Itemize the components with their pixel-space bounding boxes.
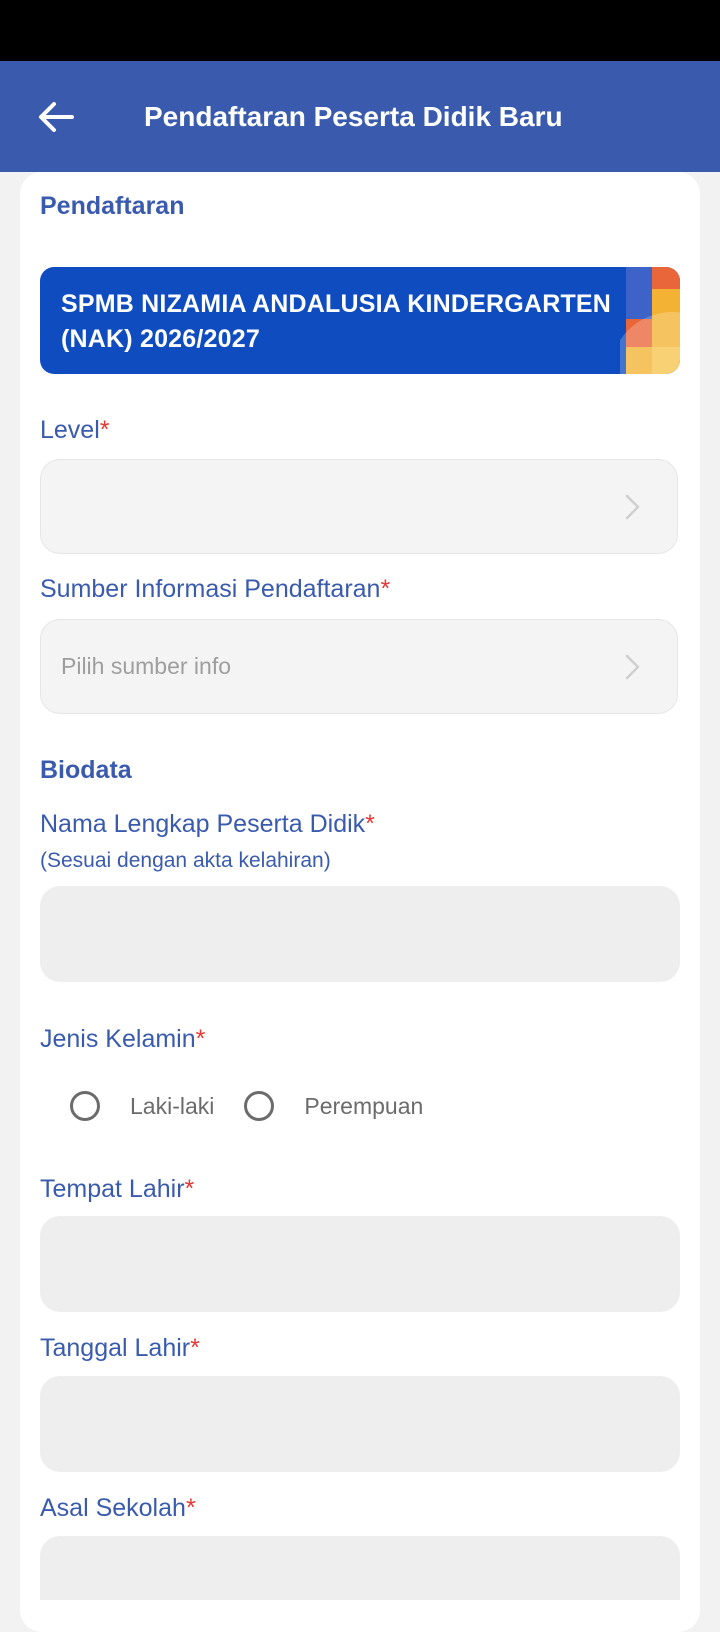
birth-date-input[interactable] (40, 1376, 680, 1472)
back-button[interactable] (26, 87, 86, 147)
radio-circle-icon[interactable] (244, 1091, 275, 1121)
gender-option-male[interactable]: Laki-laki (70, 1091, 214, 1121)
level-select[interactable] (40, 459, 678, 554)
gender-radio-group: Laki-laki Perempuan (70, 1086, 423, 1126)
info-source-placeholder: Pilih sumber info (61, 653, 232, 679)
full-name-hint: (Sesuai dengan akta kelahiran) (40, 849, 331, 872)
arrow-left-icon (39, 101, 74, 132)
chevron-right-icon (625, 494, 640, 519)
origin-school-label: Asal Sekolah* (40, 1494, 196, 1522)
gender-option-female[interactable]: Perempuan (244, 1091, 423, 1121)
gender-option-label: Perempuan (304, 1092, 424, 1119)
chevron-right-icon (625, 654, 640, 679)
info-source-select[interactable]: Pilih sumber info (40, 619, 678, 714)
section-title-registration: Pendaftaran (40, 192, 185, 220)
full-name-input[interactable] (40, 886, 680, 982)
birth-place-label: Tempat Lahir* (40, 1175, 195, 1203)
level-label: Level* (40, 416, 110, 444)
gender-label: Jenis Kelamin* (40, 1025, 206, 1053)
origin-school-input[interactable] (40, 1536, 680, 1600)
banner-text: SPMB NIZAMIA ANDALUSIA KINDERGARTEN (NAK… (61, 290, 612, 353)
app-bar: Pendaftaran Peserta Didik Baru (0, 61, 720, 172)
birth-place-input[interactable] (40, 1216, 680, 1312)
section-title-biodata: Biodata (40, 756, 132, 784)
full-name-label: Nama Lengkap Peserta Didik* (40, 810, 375, 838)
program-banner: SPMB NIZAMIA ANDALUSIA KINDERGARTEN (NAK… (40, 267, 680, 374)
radio-circle-icon[interactable] (70, 1091, 100, 1121)
gender-option-label: Laki-laki (130, 1092, 215, 1119)
page-title: Pendaftaran Peserta Didik Baru (144, 101, 563, 132)
banner-decoration-graphic (620, 267, 680, 374)
status-bar (0, 0, 720, 61)
info-source-label: Sumber Informasi Pendaftaran* (40, 575, 391, 603)
birth-date-label: Tanggal Lahir* (40, 1334, 200, 1362)
